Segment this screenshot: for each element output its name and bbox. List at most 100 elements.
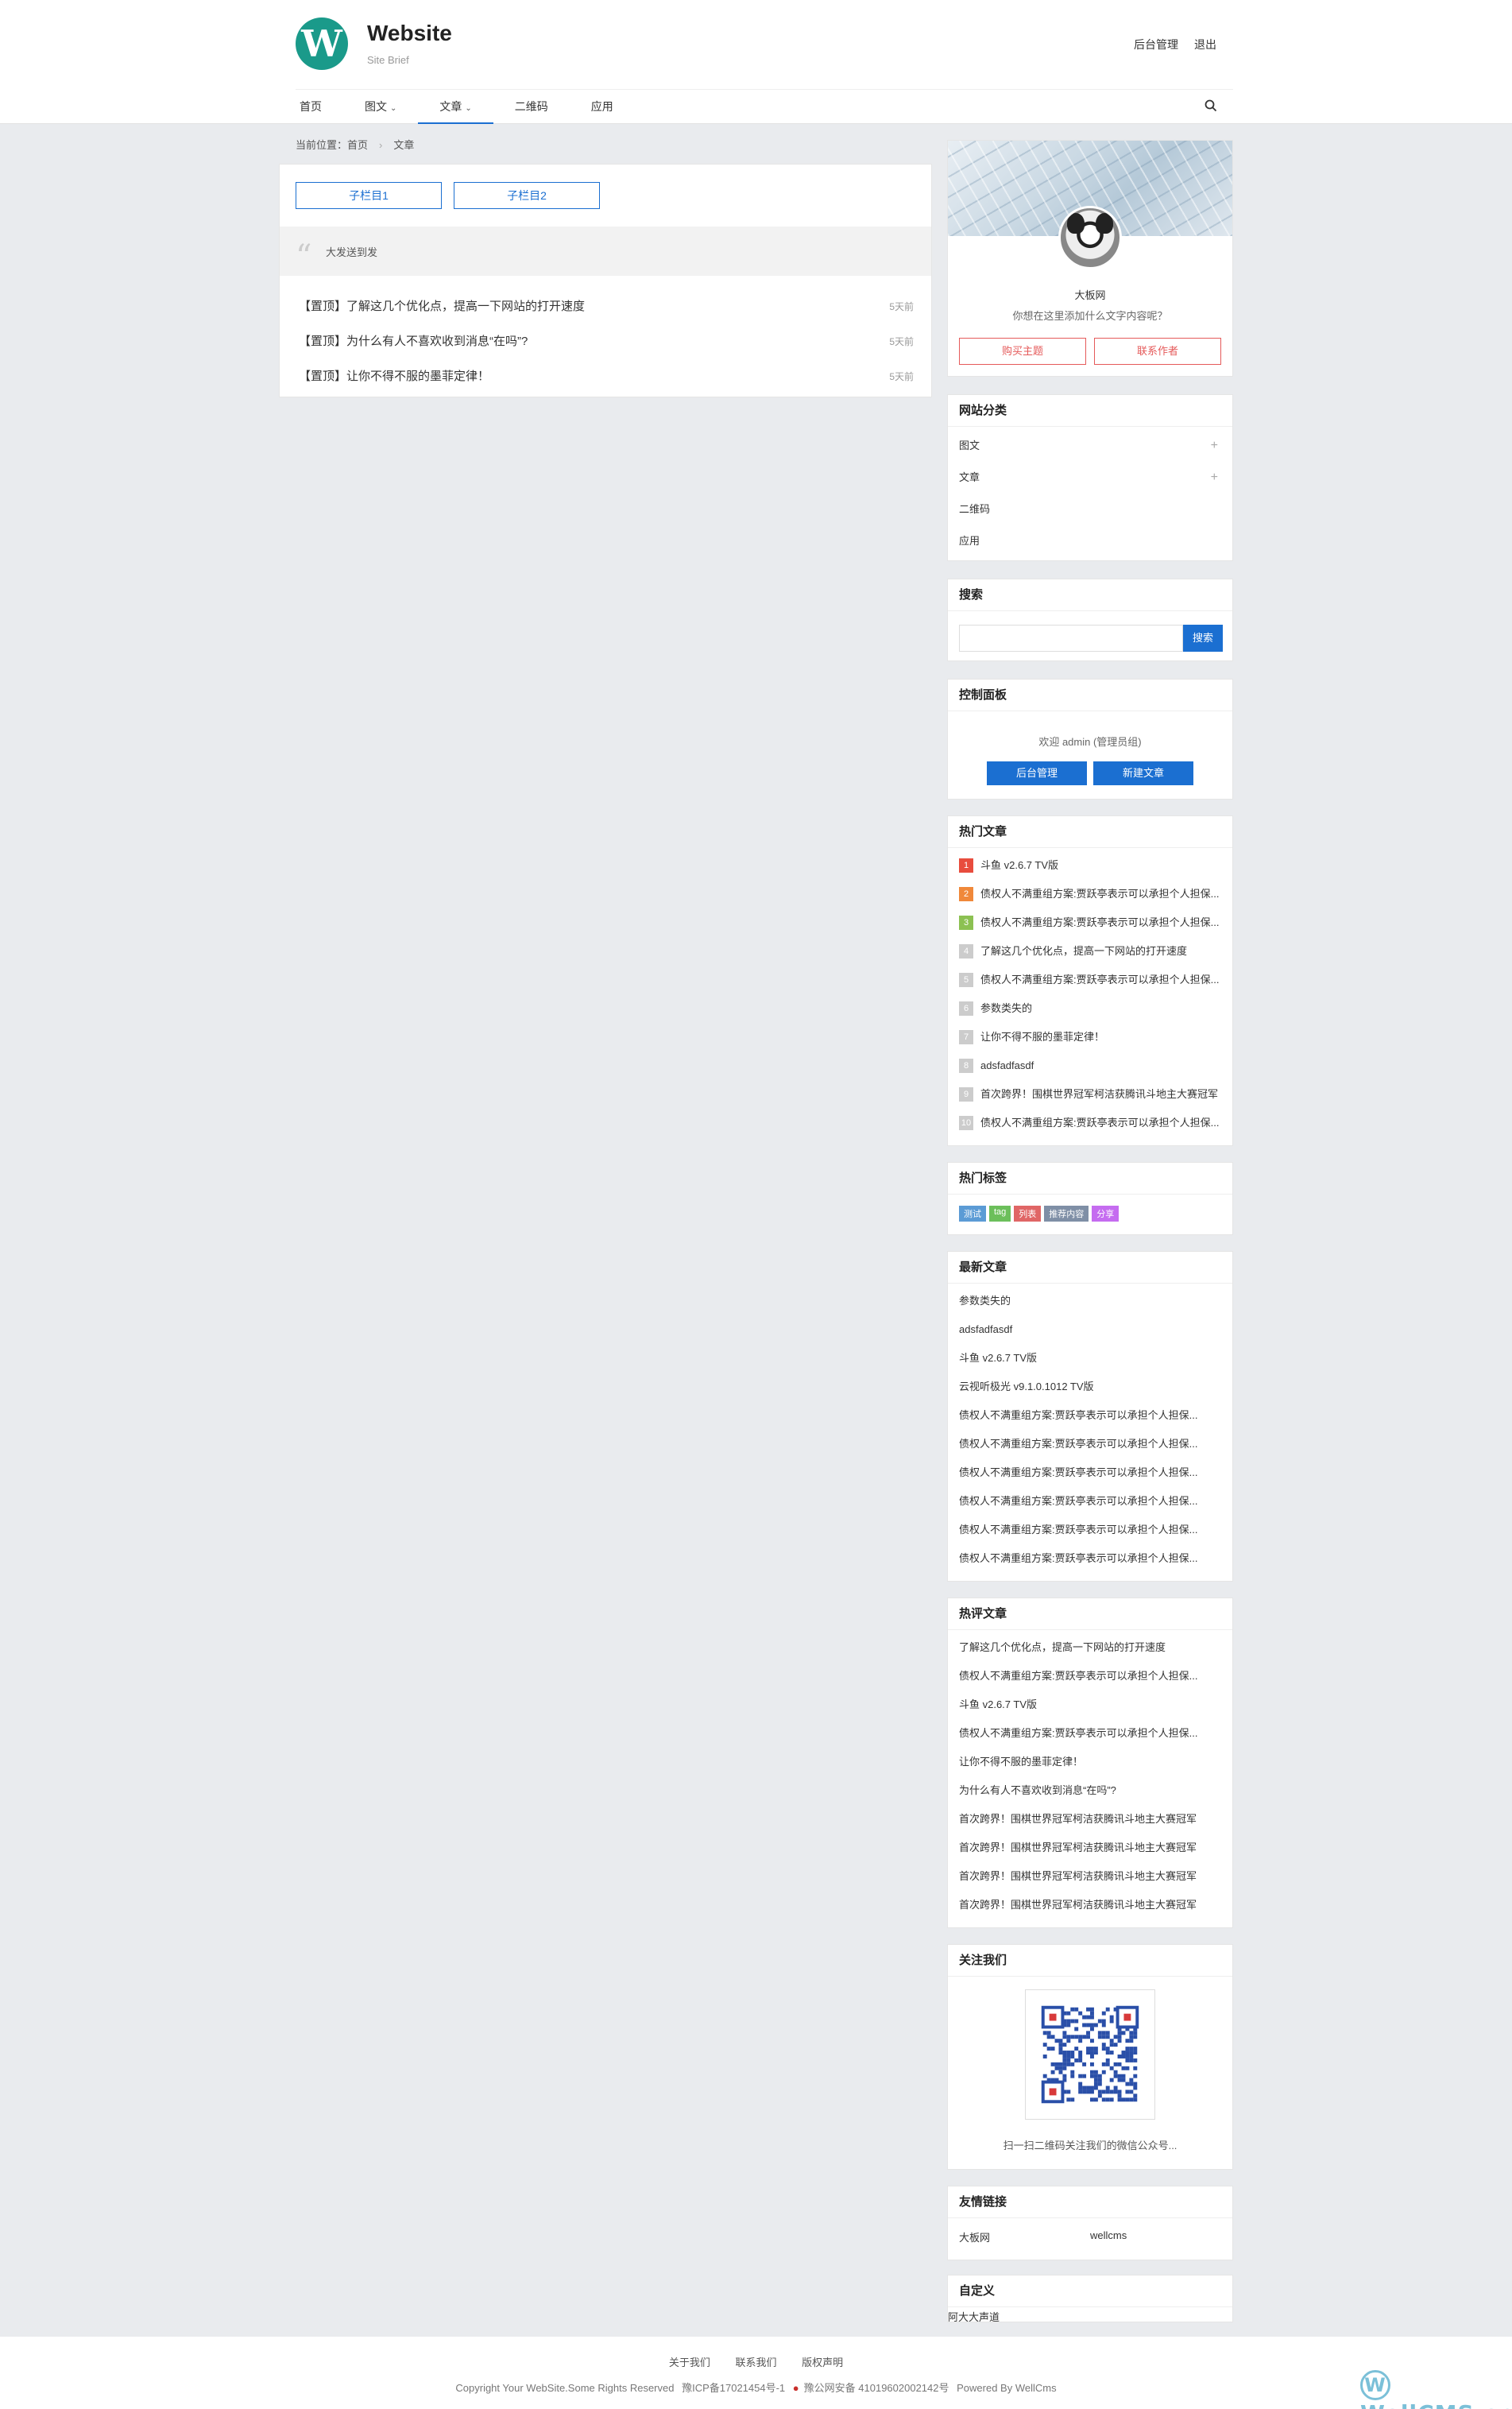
contact-author-button[interactable]: 联系作者 (1094, 338, 1221, 365)
category-item[interactable]: 应用 (948, 525, 1232, 557)
site-title[interactable]: Website (367, 21, 452, 46)
top-links: 后台管理 退出 (1134, 37, 1216, 52)
category-item[interactable]: 文章 + (948, 462, 1232, 494)
subcategory-1-button[interactable]: 子栏目1 (296, 182, 442, 209)
rank-badge: 3 (959, 915, 973, 930)
nav-item-home[interactable]: 首页 (296, 90, 343, 124)
footer-link-copyright[interactable]: 版权声明 (802, 2357, 843, 2368)
police-link[interactable]: 豫公网安备 41019602002142号 (804, 2382, 949, 2394)
site-header: W Website Site Brief 后台管理 退出 首页 图文 ⌄ 文章 ⌄ … (0, 0, 1512, 124)
breadcrumb-home[interactable]: 首页 (347, 139, 368, 151)
hot-post-item[interactable]: 1 斗鱼 v2.6.7 TV版 (948, 851, 1232, 880)
nav-item-tuwen[interactable]: 图文 ⌄ (343, 90, 418, 124)
admin-link[interactable]: 后台管理 (1134, 37, 1178, 52)
hot-comment-item[interactable]: 首次跨界！围棋世界冠军柯洁获腾讯斗地主大赛冠军 (948, 1805, 1232, 1834)
hot-post-title[interactable]: 参数类失的 (980, 1002, 1032, 1014)
tag-item[interactable]: tag (989, 1206, 1011, 1222)
hot-post-title[interactable]: 了解这几个优化点，提高一下网站的打开速度 (980, 945, 1187, 957)
post-title[interactable]: 【置顶】让你不得不服的墨菲定律！ (299, 370, 489, 383)
icp-link[interactable]: 豫ICP备17021454号-1 (682, 2382, 785, 2394)
hot-comment-item[interactable]: 首次跨界！围棋世界冠军柯洁获腾讯斗地主大赛冠军 (948, 1891, 1232, 1919)
hot-post-title[interactable]: 债权人不满重组方案:贾跃亭表示可以承担个人担保... (980, 974, 1219, 986)
nav-item-qrcode[interactable]: 二维码 (493, 90, 570, 124)
friend-links-list: 大板网 wellcms (948, 2218, 1232, 2256)
hot-post-item[interactable]: 4 了解这几个优化点，提高一下网站的打开速度 (948, 937, 1232, 966)
hot-comments-card: 热评文章 了解这几个优化点，提高一下网站的打开速度 债权人不满重组方案:贾跃亭表示… (947, 1598, 1233, 1928)
footer-link-about[interactable]: 关于我们 (669, 2357, 710, 2368)
follow-us-card: 关注我们 扫一扫二维码关注我们的微信公众号... (947, 1944, 1233, 2170)
hot-post-item[interactable]: 3 债权人不满重组方案:贾跃亭表示可以承担个人担保... (948, 908, 1232, 937)
latest-post-item[interactable]: 债权人不满重组方案:贾跃亭表示可以承担个人担保... (948, 1487, 1232, 1516)
rank-badge: 7 (959, 1029, 973, 1044)
search-button[interactable]: 搜索 (1183, 625, 1223, 652)
search-icon[interactable] (1204, 99, 1218, 113)
buy-theme-button[interactable]: 购买主题 (959, 338, 1086, 365)
nav-item-articles[interactable]: 文章 ⌄ (418, 90, 493, 124)
hot-post-item[interactable]: 5 债权人不满重组方案:贾跃亭表示可以承担个人担保... (948, 966, 1232, 994)
search-card: 搜索 搜索 (947, 579, 1233, 661)
latest-post-item[interactable]: 债权人不满重组方案:贾跃亭表示可以承担个人担保... (948, 1516, 1232, 1544)
category-label: 文章 (959, 471, 980, 483)
subcategory-2-button[interactable]: 子栏目2 (454, 182, 600, 209)
tag-item[interactable]: 推荐内容 (1044, 1206, 1089, 1222)
category-item[interactable]: 二维码 (948, 494, 1232, 525)
friend-links-card: 友情链接 大板网 wellcms (947, 2186, 1233, 2260)
latest-post-item[interactable]: 债权人不满重组方案:贾跃亭表示可以承担个人担保... (948, 1430, 1232, 1458)
site-logo[interactable]: W (296, 17, 348, 70)
hot-post-item[interactable]: 8 adsfadfasdf (948, 1052, 1232, 1080)
hot-comment-item[interactable]: 了解这几个优化点，提高一下网站的打开速度 (948, 1633, 1232, 1662)
post-time: 5天前 (889, 301, 914, 312)
category-item[interactable]: 图文 + (948, 430, 1232, 462)
rank-badge: 1 (959, 858, 973, 873)
hot-comment-item[interactable]: 首次跨界！围棋世界冠军柯洁获腾讯斗地主大赛冠军 (948, 1834, 1232, 1862)
latest-post-item[interactable]: 债权人不满重组方案:贾跃亭表示可以承担个人担保... (948, 1544, 1232, 1573)
hot-post-title[interactable]: 债权人不满重组方案:贾跃亭表示可以承担个人担保... (980, 888, 1219, 900)
hot-comment-item[interactable]: 首次跨界！围棋世界冠军柯洁获腾讯斗地主大赛冠军 (948, 1862, 1232, 1891)
latest-post-item[interactable]: adsfadfasdf (948, 1315, 1232, 1344)
hot-post-item[interactable]: 7 让你不得不服的墨菲定律！ (948, 1023, 1232, 1052)
tag-item[interactable]: 分享 (1092, 1206, 1119, 1222)
hot-post-title[interactable]: 债权人不满重组方案:贾跃亭表示可以承担个人担保... (980, 916, 1219, 928)
search-input[interactable] (959, 625, 1183, 652)
hot-post-title[interactable]: 首次跨界！围棋世界冠军柯洁获腾讯斗地主大赛冠军 (980, 1088, 1218, 1100)
new-post-button[interactable]: 新建文章 (1093, 761, 1193, 785)
latest-post-item[interactable]: 债权人不满重组方案:贾跃亭表示可以承担个人担保... (948, 1458, 1232, 1487)
hot-post-title[interactable]: 债权人不满重组方案:贾跃亭表示可以承担个人担保... (980, 1117, 1219, 1129)
friend-link[interactable]: 大板网 (959, 2229, 1090, 2244)
footer-link-contact[interactable]: 联系我们 (735, 2357, 776, 2368)
logout-link[interactable]: 退出 (1194, 37, 1216, 52)
expand-icon[interactable]: + (1211, 462, 1218, 494)
latest-post-item[interactable]: 云视听极光 v9.1.0.1012 TV版 (948, 1373, 1232, 1401)
latest-post-item[interactable]: 斗鱼 v2.6.7 TV版 (948, 1344, 1232, 1373)
admin-panel-button[interactable]: 后台管理 (987, 761, 1087, 785)
category-label: 图文 (959, 440, 980, 451)
hot-post-title[interactable]: 斗鱼 v2.6.7 TV版 (980, 859, 1058, 871)
post-item[interactable]: 【置顶】为什么有人不喜欢收到消息“在吗”? 5天前 (299, 330, 914, 354)
tag-item[interactable]: 测试 (959, 1206, 986, 1222)
tag-item[interactable]: 列表 (1014, 1206, 1042, 1222)
post-item[interactable]: 【置顶】了解这几个优化点，提高一下网站的打开速度 5天前 (299, 295, 914, 319)
post-title[interactable]: 【置顶】了解这几个优化点，提高一下网站的打开速度 (299, 300, 585, 313)
hot-post-item[interactable]: 2 债权人不满重组方案:贾跃亭表示可以承担个人担保... (948, 880, 1232, 908)
hot-comment-item[interactable]: 斗鱼 v2.6.7 TV版 (948, 1691, 1232, 1719)
latest-post-item[interactable]: 参数类失的 (948, 1287, 1232, 1315)
expand-icon[interactable]: + (1211, 430, 1218, 462)
hot-post-item[interactable]: 10 债权人不满重组方案:贾跃亭表示可以承担个人担保... (948, 1109, 1232, 1137)
post-title[interactable]: 【置顶】为什么有人不喜欢收到消息“在吗”? (299, 335, 528, 348)
hot-comment-item[interactable]: 债权人不满重组方案:贾跃亭表示可以承担个人担保... (948, 1662, 1232, 1691)
rank-badge: 8 (959, 1058, 973, 1073)
hot-comment-item[interactable]: 让你不得不服的墨菲定律！ (948, 1748, 1232, 1776)
hot-post-title[interactable]: adsfadfasdf (980, 1059, 1034, 1071)
latest-post-item[interactable]: 债权人不满重组方案:贾跃亭表示可以承担个人担保... (948, 1401, 1232, 1430)
latest-posts-title: 最新文章 (948, 1252, 1232, 1284)
notice-bar: “ 大发送到发 (280, 227, 931, 276)
hot-post-title[interactable]: 让你不得不服的墨菲定律！ (980, 1031, 1104, 1043)
post-item[interactable]: 【置顶】让你不得不服的墨菲定律！ 5天前 (299, 365, 914, 389)
hot-post-item[interactable]: 6 参数类失的 (948, 994, 1232, 1023)
hot-comment-item[interactable]: 为什么有人不喜欢收到消息“在吗”? (948, 1776, 1232, 1805)
friend-link[interactable]: wellcms (1090, 2229, 1221, 2244)
notice-text: 大发送到发 (326, 246, 378, 258)
hot-comment-item[interactable]: 债权人不满重组方案:贾跃亭表示可以承担个人担保... (948, 1719, 1232, 1748)
nav-item-apps[interactable]: 应用 (570, 90, 635, 124)
hot-post-item[interactable]: 9 首次跨界！围棋世界冠军柯洁获腾讯斗地主大赛冠军 (948, 1080, 1232, 1109)
